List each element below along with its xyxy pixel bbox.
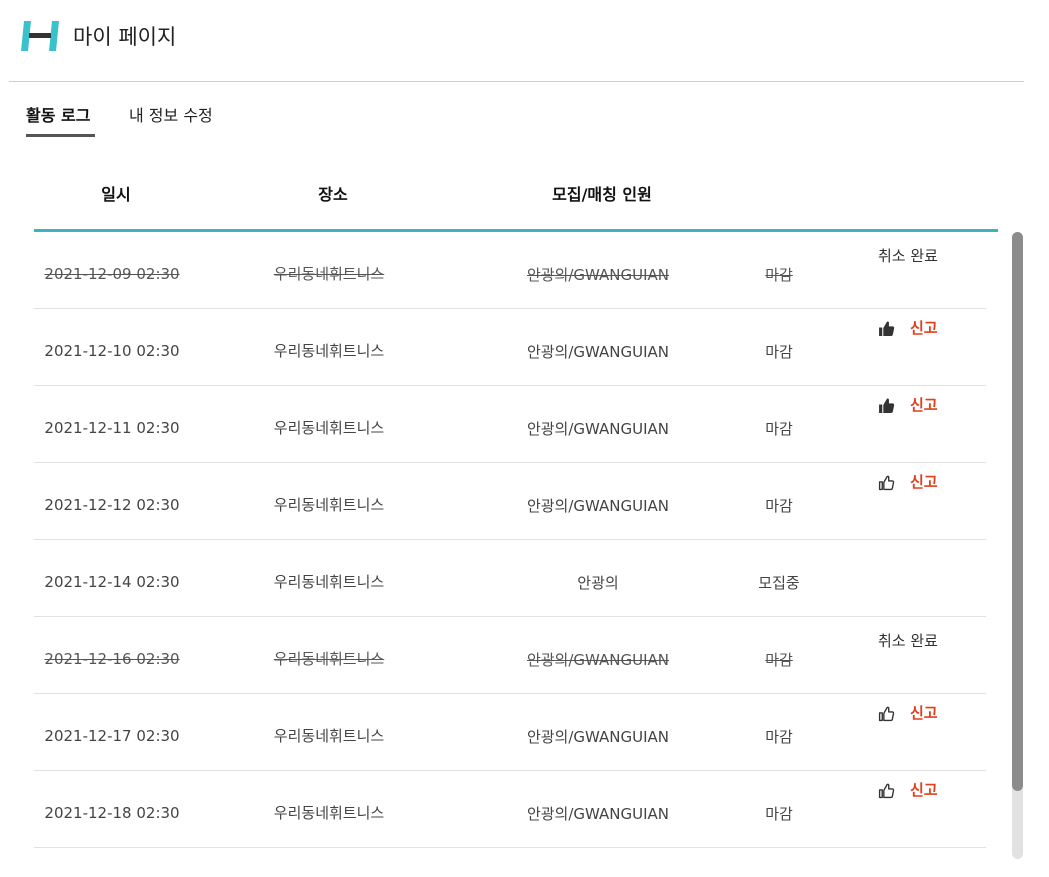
row-status: 마감: [765, 805, 793, 823]
row-status: 마감: [765, 497, 793, 515]
row-status: 마감: [765, 651, 793, 669]
row-members: 안광의/GWANGUIAN: [526, 497, 670, 515]
row-status: 마감: [765, 266, 793, 284]
active-tab-indicator: [26, 134, 95, 137]
row-actions: 신고: [878, 703, 938, 723]
row-actions: 신고: [878, 472, 938, 492]
report-button[interactable]: 신고: [910, 319, 938, 337]
table-row: 2021-12-11 02:30 우리동네휘트니스 안광의/GWANGUIAN 마감 신…: [34, 386, 986, 463]
table-row: 2021-12-12 02:30 우리동네휘트니스 안광의/GWANGUIAN 마감 신…: [34, 463, 986, 540]
cancel-complete-label: 취소 완료: [878, 247, 938, 265]
table-row: 2021-12-10 02:30 우리동네휘트니스 안광의/GWANGUIAN 마감 신…: [34, 309, 986, 386]
table-row: 2021-12-09 02:30 우리동네휘트니스 안광의/GWANGUIAN 마감 취…: [34, 232, 986, 309]
row-members: 안광의/GWANGUIAN: [526, 651, 670, 669]
column-header-datetime: 일시: [101, 185, 131, 204]
row-status: 모집중: [758, 574, 800, 592]
row-status: 마감: [765, 728, 793, 746]
table-row: 2021-12-18 02:30 우리동네휘트니스 안광의/GWANGUIAN 마감 신…: [34, 771, 986, 848]
row-members: 안광의/GWANGUIAN: [526, 728, 670, 746]
row-members: 안광의/GWANGUIAN: [526, 343, 670, 361]
activity-table-body: 2021-12-09 02:30 우리동네휘트니스 안광의/GWANGUIAN 마감 취…: [34, 232, 986, 848]
row-place: 우리동네휘트니스: [273, 496, 385, 514]
header-divider: [9, 81, 1024, 82]
cancel-complete-label: 취소 완료: [878, 632, 938, 650]
row-actions: 신고: [878, 780, 938, 800]
row-status: 마감: [765, 343, 793, 361]
row-actions: 신고: [878, 318, 938, 338]
column-header-members: 모집/매칭 인원: [552, 185, 652, 204]
page-title: 마이 페이지: [73, 25, 177, 49]
column-header-place: 장소: [318, 185, 348, 204]
row-datetime: 2021-12-16 02:30: [44, 650, 180, 668]
row-datetime: 2021-12-11 02:30: [44, 419, 180, 437]
row-members: 안광의/GWANGUIAN: [526, 266, 670, 284]
table-row: 2021-12-16 02:30 우리동네휘트니스 안광의/GWANGUIAN 마감 취…: [34, 617, 986, 694]
tab-edit-profile[interactable]: 내 정보 수정: [129, 106, 213, 126]
row-datetime: 2021-12-14 02:30: [44, 573, 180, 591]
row-place: 우리동네휘트니스: [273, 727, 385, 745]
row-datetime: 2021-12-12 02:30: [44, 496, 180, 514]
thumbs-up-filled-icon[interactable]: [878, 397, 895, 414]
row-place: 우리동네휘트니스: [273, 419, 385, 437]
scrollbar-thumb[interactable]: [1012, 232, 1023, 791]
row-status: 마감: [765, 420, 793, 438]
row-datetime: 2021-12-17 02:30: [44, 727, 180, 745]
report-button[interactable]: 신고: [910, 781, 938, 799]
thumbs-up-outline-icon[interactable]: [878, 474, 895, 491]
row-place: 우리동네휘트니스: [273, 573, 385, 591]
row-place: 우리동네휘트니스: [273, 342, 385, 360]
row-datetime: 2021-12-10 02:30: [44, 342, 180, 360]
report-button[interactable]: 신고: [910, 473, 938, 491]
table-row: 2021-12-17 02:30 우리동네휘트니스 안광의/GWANGUIAN 마감 신…: [34, 694, 986, 771]
brand-logo-icon[interactable]: [20, 19, 62, 53]
thumbs-up-outline-icon[interactable]: [878, 782, 895, 799]
tab-activity-log[interactable]: 활동 로그: [26, 106, 90, 126]
report-button[interactable]: 신고: [910, 704, 938, 722]
report-button[interactable]: 신고: [910, 396, 938, 414]
row-place: 우리동네휘트니스: [273, 804, 385, 822]
thumbs-up-outline-icon[interactable]: [878, 705, 895, 722]
row-actions: 신고: [878, 395, 938, 415]
row-members: 안광의/GWANGUIAN: [526, 420, 670, 438]
row-members: 안광의/GWANGUIAN: [526, 805, 670, 823]
table-row: 2021-12-14 02:30 우리동네휘트니스 안광의 모집중: [34, 540, 986, 617]
row-place: 우리동네휘트니스: [273, 650, 385, 668]
row-datetime: 2021-12-09 02:30: [44, 265, 180, 283]
row-members: 안광의: [577, 574, 619, 592]
row-place: 우리동네휘트니스: [273, 265, 385, 283]
row-datetime: 2021-12-18 02:30: [44, 804, 180, 822]
page-header: 마이 페이지: [0, 0, 1049, 82]
thumbs-up-filled-icon[interactable]: [878, 320, 895, 337]
